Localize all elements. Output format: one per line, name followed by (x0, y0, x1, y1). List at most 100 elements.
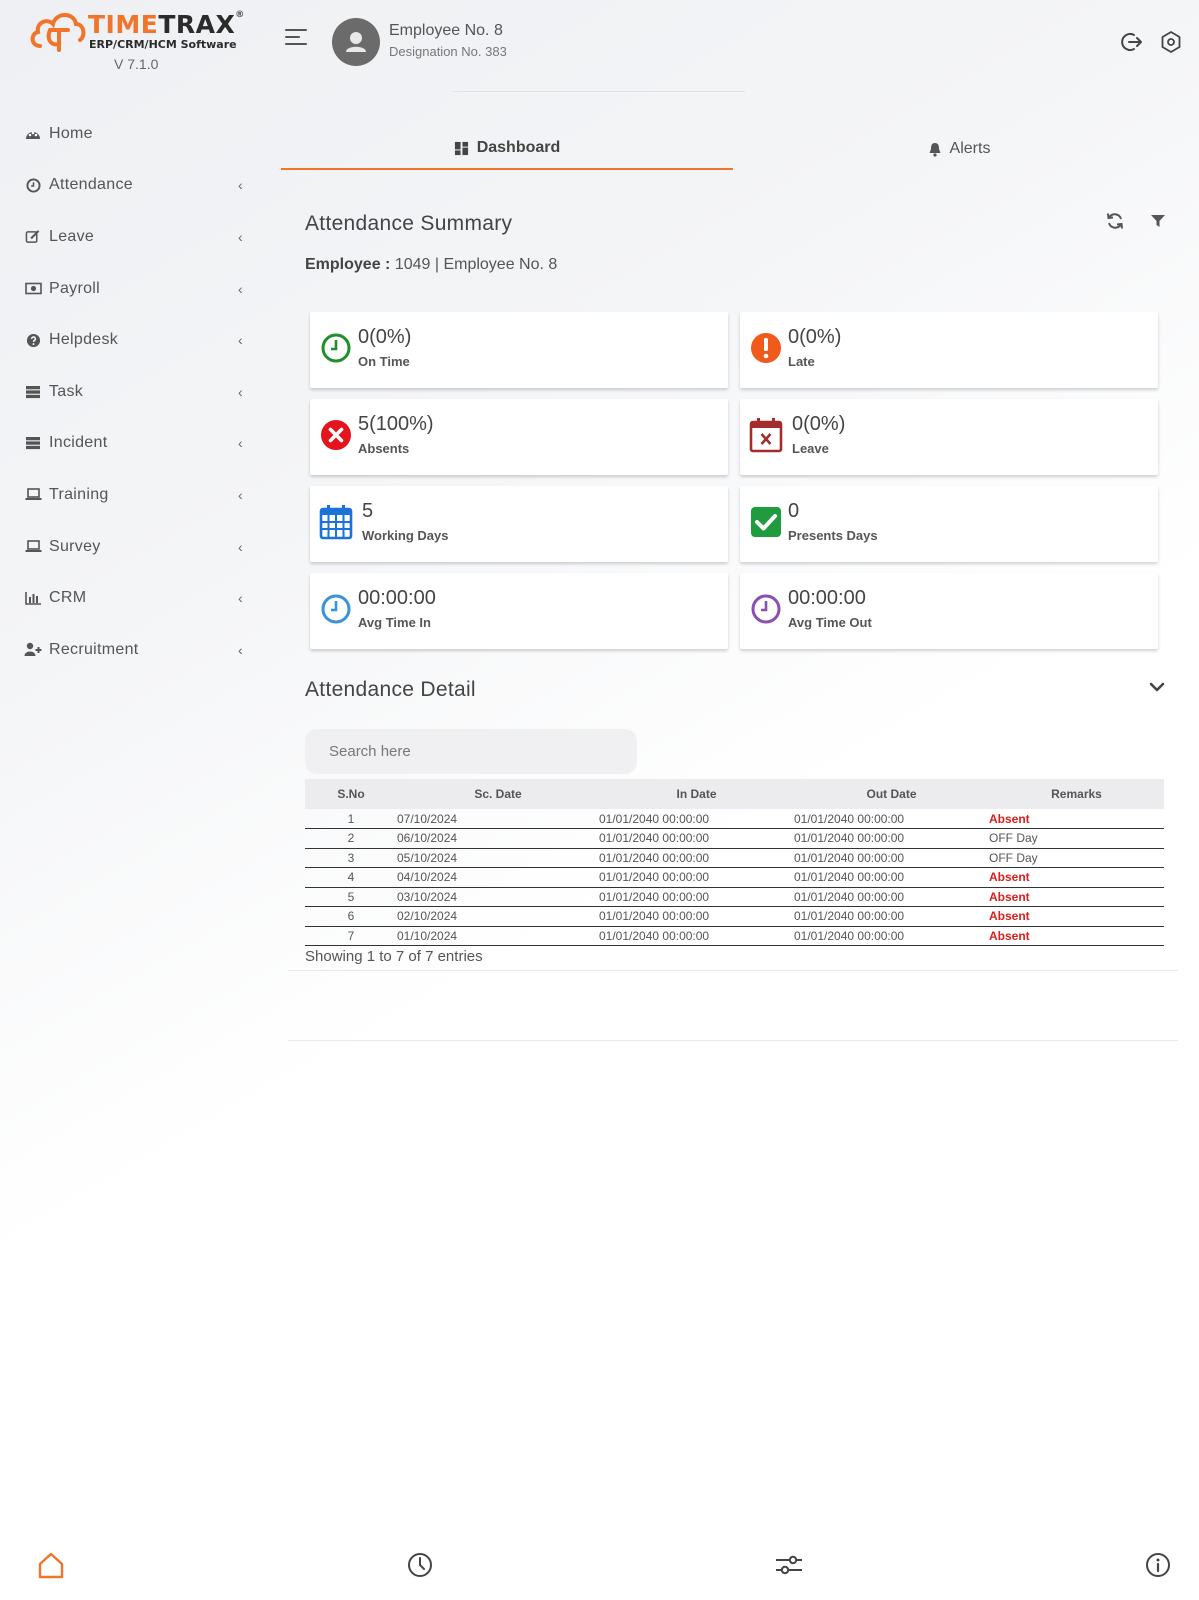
chevron-left-icon: ‹ (238, 177, 243, 194)
avatar[interactable] (332, 18, 380, 66)
stat-value: 5(100%) (358, 413, 434, 435)
chevron-left-icon: ‹ (238, 486, 243, 503)
column-header-sno[interactable]: S.No (305, 779, 397, 809)
brand-name: TIMETRAX® (88, 10, 245, 39)
dashboard-icon (454, 141, 469, 156)
stat-card-on-time: 0(0%) On Time (310, 312, 728, 388)
stat-value: 0(0%) (788, 326, 842, 348)
employee-info: Employee : 1049 | Employee No. 8 (305, 256, 558, 273)
tab-label: Alerts (949, 140, 991, 157)
sidebar-item-label: Attendance (49, 176, 133, 194)
sidebar-item-label: Training (49, 485, 109, 503)
column-header-in-date[interactable]: In Date (599, 779, 794, 809)
stat-label: Leave (792, 441, 829, 456)
table-row: 6 02/10/2024 01/01/2040 00:00:00 01/01/2… (305, 906, 1164, 927)
sliders-icon[interactable] (774, 1550, 804, 1580)
sidebar-item-home[interactable]: Home (0, 108, 260, 160)
stat-label: Working Days (362, 528, 449, 543)
cell-sno: 2 (305, 828, 397, 849)
table-row: 1 07/10/2024 01/01/2040 00:00:00 01/01/2… (305, 809, 1164, 829)
user-plus-icon (24, 642, 42, 658)
hamburger-line (285, 43, 307, 45)
cell-out-date: 01/01/2040 00:00:00 (794, 828, 989, 849)
cell-sno: 3 (305, 848, 397, 868)
table-row: 5 03/10/2024 01/01/2040 00:00:00 01/01/2… (305, 887, 1164, 907)
table-row: 3 05/10/2024 01/01/2040 00:00:00 01/01/2… (305, 848, 1164, 868)
times-circle-icon (321, 420, 351, 450)
chevron-left-icon: ‹ (238, 538, 243, 555)
cell-sno: 5 (305, 887, 397, 907)
cell-sc-date: 07/10/2024 (397, 809, 599, 829)
chevron-left-icon: ‹ (238, 590, 243, 607)
cell-sno: 6 (305, 906, 397, 927)
cell-remarks: Absent (989, 906, 1164, 927)
attendance-detail-table: S.No Sc. Date In Date Out Date Remarks 1… (305, 779, 1164, 946)
cell-sc-date: 06/10/2024 (397, 828, 599, 849)
chevron-down-icon[interactable] (1147, 679, 1167, 695)
sidebar-item-leave[interactable]: Leave ‹ (0, 211, 260, 263)
cell-out-date: 01/01/2040 00:00:00 (794, 867, 989, 888)
column-header-sc-date[interactable]: Sc. Date (397, 779, 599, 809)
settings-icon[interactable] (1159, 30, 1183, 54)
sidebar-item-label: Payroll (49, 279, 101, 297)
logout-icon[interactable] (1120, 30, 1144, 54)
refresh-icon[interactable] (1105, 211, 1125, 231)
palette-icon (24, 126, 42, 142)
sidebar-item-payroll[interactable]: Payroll ‹ (0, 263, 260, 315)
stat-value: 0(0%) (358, 326, 412, 348)
cell-remarks: Absent (989, 867, 1164, 888)
sidebar-item-survey[interactable]: Survey ‹ (0, 521, 260, 573)
exclamation-icon (751, 333, 781, 363)
tab-dashboard[interactable]: Dashboard (281, 128, 733, 170)
cell-sno: 1 (305, 809, 397, 829)
stat-card-avg-time-out: 00:00:00 Avg Time Out (740, 573, 1158, 649)
chevron-left-icon: ‹ (238, 228, 243, 245)
sidebar-item-crm[interactable]: CRM ‹ (0, 572, 260, 624)
brand-tagline: ERP/CRM/HCM Software (89, 38, 237, 51)
stat-value: 00:00:00 (788, 587, 866, 609)
sidebar-item-task[interactable]: Task ‹ (0, 366, 260, 418)
chevron-left-icon: ‹ (238, 280, 243, 297)
money-icon (24, 281, 42, 297)
laptop-icon (24, 487, 42, 503)
column-header-out-date[interactable]: Out Date (794, 779, 989, 809)
cell-sc-date: 02/10/2024 (397, 906, 599, 927)
stat-label: Absents (358, 441, 410, 456)
home-icon[interactable] (36, 1550, 66, 1580)
search-input[interactable] (305, 729, 637, 774)
table-header-row: S.No Sc. Date In Date Out Date Remarks (305, 779, 1164, 809)
clock-icon[interactable] (405, 1550, 435, 1580)
table-info: Showing 1 to 7 of 7 entries (305, 948, 483, 965)
sidebar-item-attendance[interactable]: Attendance ‹ (0, 160, 260, 212)
header-divider (453, 91, 745, 92)
laptop-icon (24, 539, 42, 555)
tab-alerts[interactable]: Alerts (733, 128, 1185, 170)
sidebar-item-label: Recruitment (49, 640, 139, 658)
sidebar-item-recruitment[interactable]: Recruitment ‹ (0, 624, 260, 676)
sidebar-item-label: Leave (49, 227, 95, 245)
sidebar-item-helpdesk[interactable]: Helpdesk ‹ (0, 314, 260, 366)
server-icon (24, 435, 42, 451)
tab-label: Dashboard (476, 139, 561, 156)
cell-sno: 4 (305, 867, 397, 888)
cell-sc-date: 04/10/2024 (397, 867, 599, 888)
cell-out-date: 01/01/2040 00:00:00 (794, 906, 989, 927)
sidebar-item-label: Home (49, 124, 93, 142)
cell-in-date: 01/01/2040 00:00:00 (599, 848, 794, 868)
stat-value: 00:00:00 (358, 587, 436, 609)
sidebar-item-training[interactable]: Training ‹ (0, 469, 260, 521)
sidebar-item-label: Incident (49, 434, 108, 452)
hamburger-line (285, 36, 300, 38)
hamburger-line (285, 29, 307, 31)
sidebar-item-incident[interactable]: Incident ‹ (0, 418, 260, 470)
column-header-remarks[interactable]: Remarks (989, 779, 1164, 809)
check-square-icon (751, 507, 781, 537)
attendance-summary-title: Attendance Summary (305, 212, 513, 235)
menu-toggle-button[interactable] (285, 29, 307, 47)
stat-label: Avg Time Out (788, 615, 872, 630)
filter-icon[interactable] (1150, 213, 1166, 229)
info-icon[interactable] (1143, 1550, 1173, 1580)
cell-in-date: 01/01/2040 00:00:00 (599, 828, 794, 849)
stat-card-late: 0(0%) Late (740, 312, 1158, 388)
cell-in-date: 01/01/2040 00:00:00 (599, 809, 794, 829)
